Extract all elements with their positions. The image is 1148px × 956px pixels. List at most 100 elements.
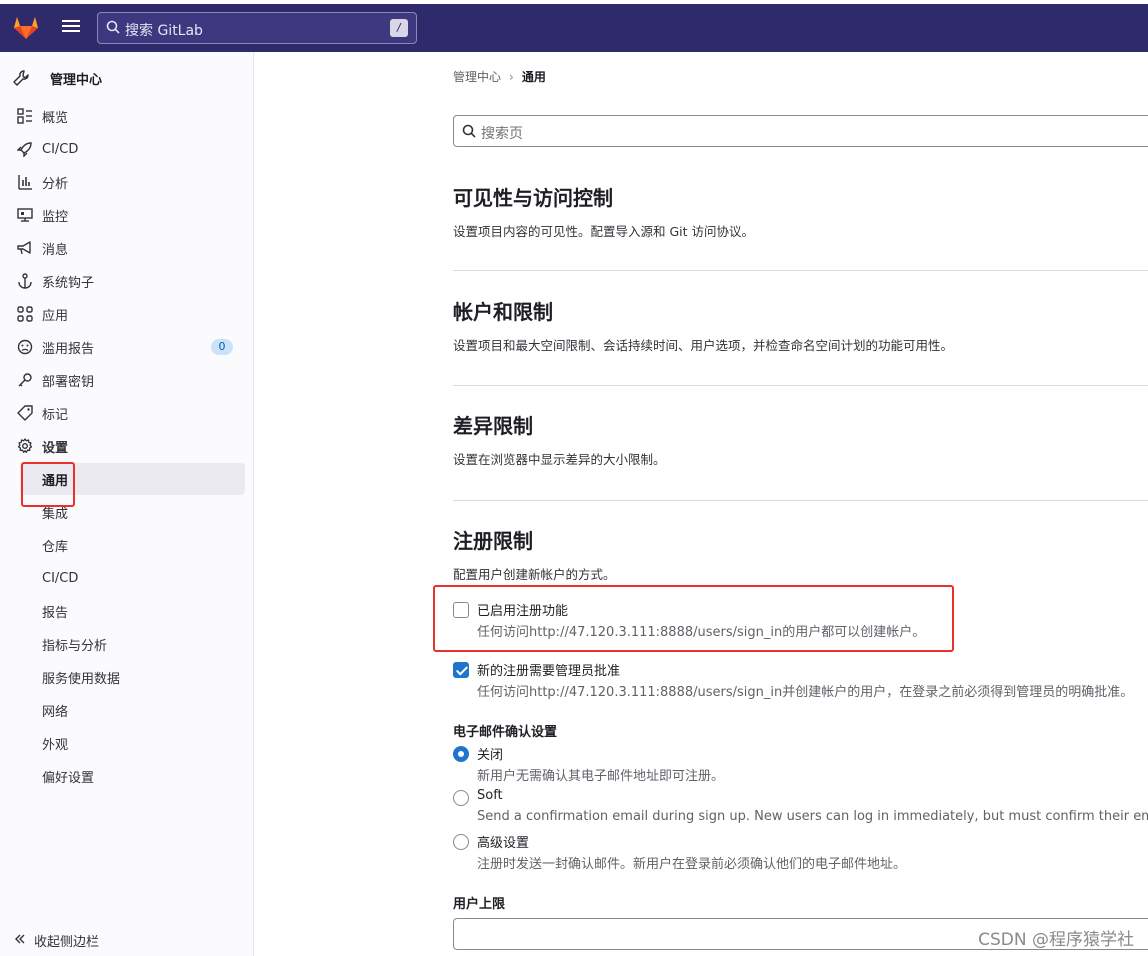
chart-icon bbox=[12, 173, 34, 191]
section-title[interactable]: 帐户和限制 bbox=[453, 296, 1148, 325]
user-cap-label: 用户上限 bbox=[453, 897, 506, 912]
email-confirm-soft-label[interactable]: Soft bbox=[477, 788, 503, 803]
admin-approval-checkbox[interactable] bbox=[453, 662, 469, 678]
sidebar-item-monitoring[interactable]: 监控 bbox=[12, 200, 245, 230]
sidebar-item-label: 监控 bbox=[42, 209, 69, 225]
gear-icon bbox=[12, 437, 34, 455]
sidebar-item-label: 滥用报告 bbox=[42, 341, 95, 357]
email-confirm-off-label[interactable]: 关闭 bbox=[477, 744, 503, 763]
email-confirm-off-help: 新用户无需确认其电子邮件地址即可注册。 bbox=[477, 769, 725, 784]
divider bbox=[453, 385, 1148, 386]
sidebar-subitem-service-usage[interactable]: 服务使用数据 bbox=[20, 661, 245, 693]
email-confirmation-title: 电子邮件确认设置 bbox=[453, 725, 558, 740]
collapse-sidebar-button[interactable]: 收起侧边栏 bbox=[14, 931, 99, 950]
sidebar-subitem-label: 报告 bbox=[42, 605, 69, 621]
email-confirm-hard-radio[interactable] bbox=[453, 834, 469, 850]
admin-approval-label[interactable]: 新的注册需要管理员批准 bbox=[477, 660, 620, 679]
sidebar-subitem-reporting[interactable]: 报告 bbox=[20, 595, 245, 627]
search-placeholder: 搜索 GitLab bbox=[125, 23, 203, 39]
sidebar-subitem-network[interactable]: 网络 bbox=[20, 694, 245, 726]
key-icon bbox=[12, 371, 34, 389]
section-account-limits: 帐户和限制 设置项目和最大空间限制、会话持续时间、用户选项，并检查命名空间计划的… bbox=[453, 296, 1148, 354]
signup-enabled-help: 任何访问http://47.120.3.111:8888/users/sign_… bbox=[477, 625, 926, 640]
sidebar-item-label: CI/CD bbox=[42, 141, 79, 157]
watermark: CSDN @程序猿学社 bbox=[978, 930, 1134, 950]
sidebar-item-settings[interactable]: 设置 bbox=[12, 431, 245, 461]
section-title[interactable]: 注册限制 bbox=[453, 525, 1148, 554]
sidebar-item-abuse-reports[interactable]: 滥用报告 0 bbox=[12, 332, 245, 362]
section-description: 配置用户创建新帐户的方式。 bbox=[453, 567, 616, 582]
search-icon bbox=[462, 124, 476, 142]
email-confirm-hard-label[interactable]: 高级设置 bbox=[477, 832, 529, 851]
section-description: 设置项目和最大空间限制、会话持续时间、用户选项，并检查命名空间计划的功能可用性。 bbox=[453, 338, 954, 353]
search-shortcut-badge: / bbox=[390, 19, 408, 37]
sidebar-item-label: 设置 bbox=[42, 440, 69, 456]
divider bbox=[453, 500, 1148, 501]
sidebar-item-system-hooks[interactable]: 系统钩子 bbox=[12, 266, 245, 296]
section-title[interactable]: 可见性与访问控制 bbox=[453, 182, 1148, 211]
sidebar-subitem-general[interactable]: 通用 bbox=[20, 463, 245, 495]
rocket-icon bbox=[12, 140, 34, 158]
sidebar-item-labels[interactable]: 标记 bbox=[12, 398, 245, 428]
settings-search-placeholder: 搜索页 bbox=[481, 126, 523, 142]
section-description: 设置项目内容的可见性。配置导入源和 Git 访问协议。 bbox=[453, 224, 755, 239]
search-icon bbox=[106, 20, 120, 38]
sidebar-item-label: 消息 bbox=[42, 242, 69, 258]
sidebar-header[interactable]: 管理中心 bbox=[12, 66, 102, 90]
sidebar-subitem-appearance[interactable]: 外观 bbox=[20, 727, 245, 759]
sidebar: 管理中心 概览 CI/CD 分析 监控 消息 系统钩子 应用 滥用报告 0 部署… bbox=[0, 52, 254, 956]
sidebar-subitem-cicd[interactable]: CI/CD bbox=[20, 562, 245, 594]
settings-search-input[interactable]: 搜索页 bbox=[453, 115, 1148, 147]
section-diff-limits: 差异限制 设置在浏览器中显示差异的大小限制。 bbox=[453, 410, 1148, 468]
sidebar-subitem-metrics[interactable]: 指标与分析 bbox=[20, 628, 245, 660]
applications-icon bbox=[12, 305, 34, 323]
sidebar-item-overview[interactable]: 概览 bbox=[12, 101, 245, 131]
hamburger-menu-icon[interactable] bbox=[60, 17, 82, 37]
sidebar-item-deploy-keys[interactable]: 部署密钥 bbox=[12, 365, 245, 395]
sidebar-item-label: 部署密钥 bbox=[42, 374, 95, 390]
sidebar-item-label: 概览 bbox=[42, 110, 69, 126]
section-signup-restrictions: 注册限制 配置用户创建新帐户的方式。 bbox=[453, 525, 1148, 583]
sidebar-subitem-preferences[interactable]: 偏好设置 bbox=[20, 760, 245, 792]
section-visibility: 可见性与访问控制 设置项目内容的可见性。配置导入源和 Git 访问协议。 bbox=[453, 182, 1148, 240]
sidebar-subitem-label: 外观 bbox=[42, 737, 69, 753]
sidebar-subitem-label: 通用 bbox=[42, 473, 69, 489]
overview-icon bbox=[12, 107, 34, 125]
breadcrumb-separator: › bbox=[509, 69, 514, 84]
breadcrumb: 管理中心 › 通用 bbox=[453, 68, 546, 85]
wrench-icon bbox=[12, 69, 34, 87]
sidebar-subitem-label: 偏好设置 bbox=[42, 770, 95, 786]
sidebar-title: 管理中心 bbox=[50, 72, 103, 88]
sidebar-subitem-label: 仓库 bbox=[42, 539, 69, 555]
sidebar-item-label: 应用 bbox=[42, 308, 69, 324]
sidebar-item-messages[interactable]: 消息 bbox=[12, 233, 245, 263]
global-search-input[interactable]: 搜索 GitLab / bbox=[97, 12, 417, 44]
sidebar-subitem-label: 集成 bbox=[42, 506, 69, 522]
sad-face-icon bbox=[12, 338, 34, 356]
label-icon bbox=[12, 404, 34, 422]
email-confirm-soft-help: Send a confirmation email during sign up… bbox=[477, 809, 1148, 824]
email-confirm-hard-help: 注册时发送一封确认邮件。新用户在登录前必须确认他们的电子邮件地址。 bbox=[477, 857, 907, 872]
gitlab-logo-icon[interactable] bbox=[12, 14, 40, 40]
sidebar-subitem-label: 指标与分析 bbox=[42, 638, 108, 654]
breadcrumb-parent-link[interactable]: 管理中心 bbox=[453, 68, 501, 85]
signup-enabled-checkbox[interactable] bbox=[453, 602, 469, 618]
sidebar-item-applications[interactable]: 应用 bbox=[12, 299, 245, 329]
sidebar-item-cicd[interactable]: CI/CD bbox=[12, 134, 245, 164]
breadcrumb-current[interactable]: 通用 bbox=[522, 68, 546, 85]
double-chevron-left-icon bbox=[14, 933, 26, 949]
sidebar-subitem-label: 网络 bbox=[42, 704, 69, 720]
section-description: 设置在浏览器中显示差异的大小限制。 bbox=[453, 452, 666, 467]
signup-enabled-label[interactable]: 已启用注册功能 bbox=[477, 600, 568, 619]
sidebar-subitem-label: 服务使用数据 bbox=[42, 671, 121, 687]
sidebar-subitem-integrations[interactable]: 集成 bbox=[20, 496, 245, 528]
email-confirm-off-radio[interactable] bbox=[453, 746, 469, 762]
sidebar-item-label: 系统钩子 bbox=[42, 275, 95, 291]
section-title[interactable]: 差异限制 bbox=[453, 410, 1148, 439]
admin-approval-help: 任何访问http://47.120.3.111:8888/users/sign_… bbox=[477, 685, 1134, 700]
sidebar-item-analytics[interactable]: 分析 bbox=[12, 167, 245, 197]
main-content: 管理中心 › 通用 搜索页 可见性与访问控制 设置项目内容的可见性。配置导入源和… bbox=[255, 52, 1148, 956]
email-confirm-soft-radio[interactable] bbox=[453, 790, 469, 806]
divider bbox=[453, 270, 1148, 271]
sidebar-subitem-repository[interactable]: 仓库 bbox=[20, 529, 245, 561]
